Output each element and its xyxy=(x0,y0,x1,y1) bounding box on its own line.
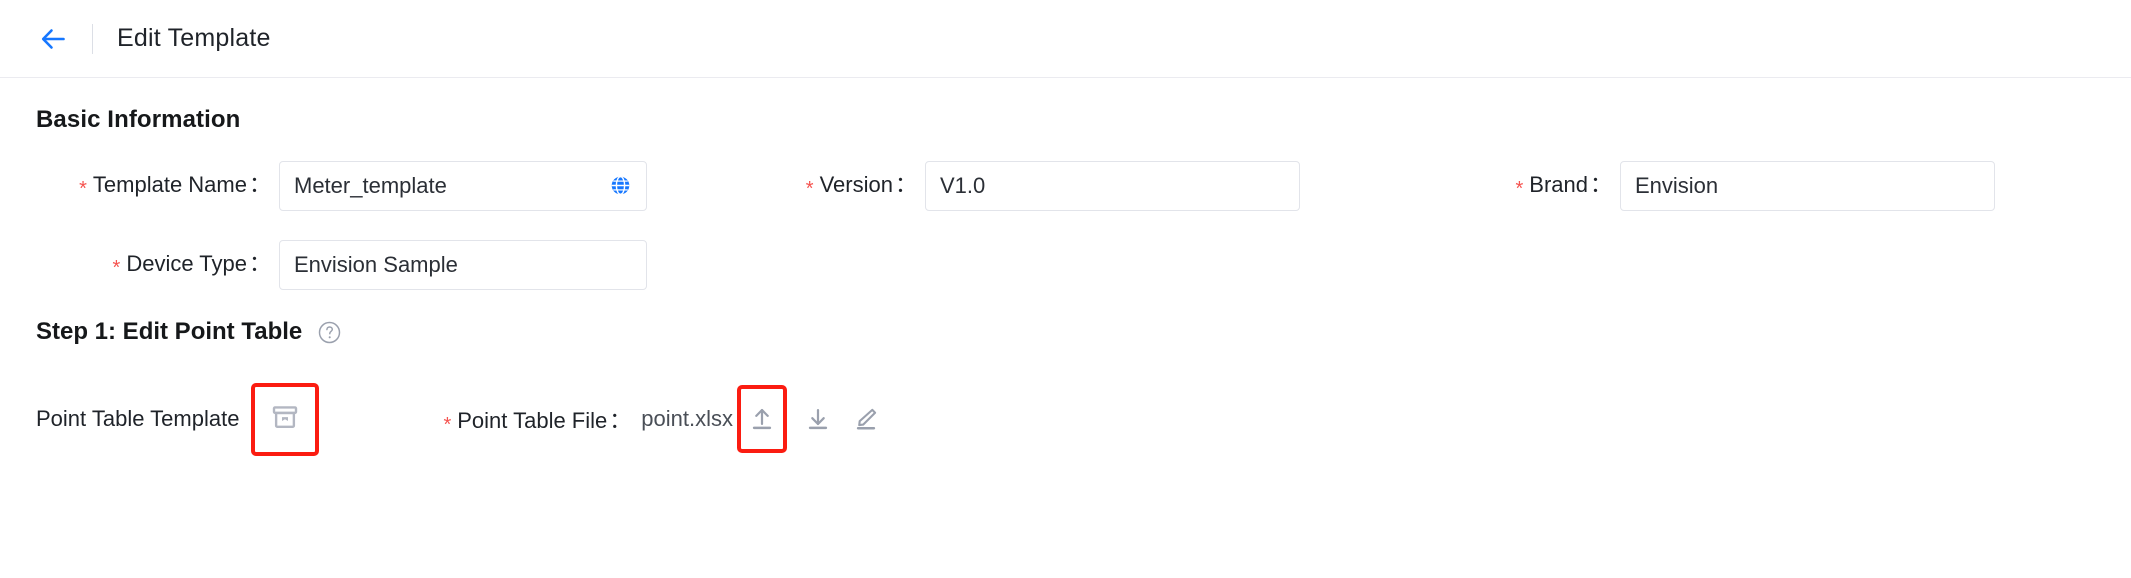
version-input[interactable]: V1.0 xyxy=(925,160,1300,211)
template-name-label-text: Template Name xyxy=(92,172,247,197)
field-brand: * Brand： Envision xyxy=(1507,160,1995,211)
globe-icon[interactable] xyxy=(608,174,632,198)
field-template-name: * Template Name： Meter_template xyxy=(36,160,647,211)
label-colon: ： xyxy=(248,172,271,197)
device-type-label: * Device Type： xyxy=(36,239,271,290)
brand-input[interactable]: Envision xyxy=(1620,160,1995,211)
page-header: Edit Template xyxy=(0,0,2131,78)
version-label: * Version： xyxy=(797,160,917,211)
device-type-input[interactable]: Envision Sample xyxy=(279,239,647,290)
point-table-file-label: * Point Table File： xyxy=(443,403,632,436)
question-circle-icon[interactable] xyxy=(316,319,342,345)
brand-value: Envision xyxy=(1635,172,1719,198)
point-table-template-highlight xyxy=(251,382,320,456)
upload-button-highlight xyxy=(736,385,787,453)
upload-icon[interactable] xyxy=(745,402,779,436)
field-version: * Version： V1.0 xyxy=(797,160,1300,211)
step-one-title: Step 1: Edit Point Table xyxy=(36,318,303,345)
required-marker: * xyxy=(1515,178,1524,200)
brand-label: * Brand： xyxy=(1507,160,1612,211)
label-colon: ： xyxy=(248,251,271,276)
basic-information-form: * Template Name： Meter_template * Versio… xyxy=(36,160,2095,290)
required-marker: * xyxy=(79,178,87,200)
arrow-left-icon xyxy=(37,23,69,55)
basic-information-heading: Basic Information xyxy=(36,106,241,133)
point-table-template-label: Point Table Template xyxy=(36,406,240,431)
device-type-label-text: Device Type xyxy=(126,251,247,276)
archive-box-icon[interactable] xyxy=(270,402,300,437)
edit-icon[interactable] xyxy=(849,402,883,436)
point-table-file-name: point.xlsx xyxy=(641,406,733,431)
step-one-header: Step 1: Edit Point Table xyxy=(36,318,2095,346)
template-name-label: * Template Name： xyxy=(36,160,271,211)
required-marker: * xyxy=(112,257,121,279)
page-title: Edit Template xyxy=(117,24,271,52)
label-colon: ： xyxy=(1589,172,1612,197)
back-button[interactable] xyxy=(36,22,70,56)
device-type-value: Envision Sample xyxy=(294,251,458,277)
page-body: Basic Information * Template Name： Meter_… xyxy=(0,78,2131,456)
label-colon: ： xyxy=(894,172,917,197)
version-value: V1.0 xyxy=(940,172,986,198)
field-device-type: * Device Type： Envision Sample xyxy=(36,239,647,290)
form-row: * Device Type： Envision Sample xyxy=(36,239,2095,290)
brand-label-text: Brand xyxy=(1529,172,1588,197)
template-name-input[interactable]: Meter_template xyxy=(279,160,647,211)
point-table-file-label-text: Point Table File xyxy=(457,408,608,433)
required-marker: * xyxy=(805,178,814,200)
download-icon[interactable] xyxy=(801,402,835,436)
version-label-text: Version xyxy=(819,172,893,197)
header-divider xyxy=(92,23,93,54)
required-marker: * xyxy=(443,414,452,436)
template-name-value: Meter_template xyxy=(294,172,447,198)
field-point-table-file: * Point Table File： point.xlsx xyxy=(443,385,883,453)
point-table-row: Point Table Template * Point Table File： … xyxy=(36,382,2095,456)
label-colon: ： xyxy=(609,408,632,433)
form-row: * Template Name： Meter_template * Versio… xyxy=(36,160,2095,211)
